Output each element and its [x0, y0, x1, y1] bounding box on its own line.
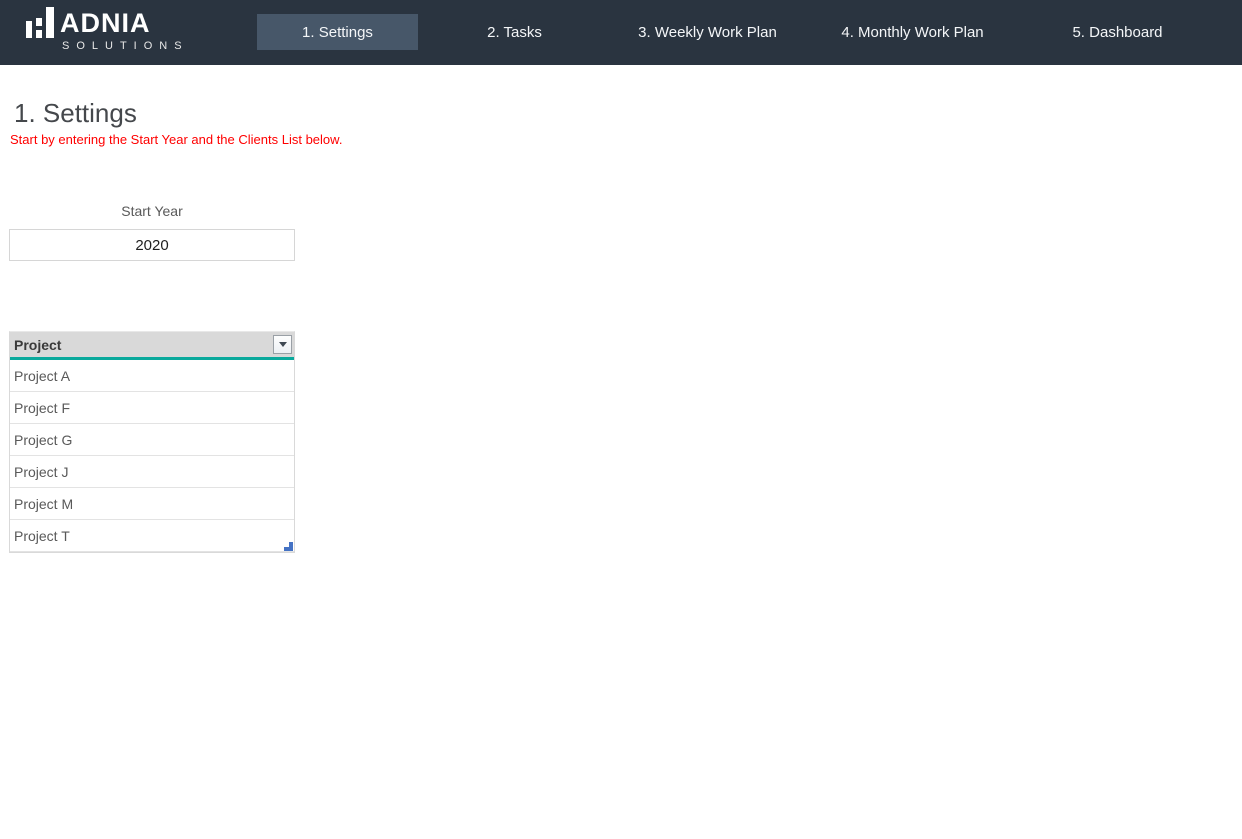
start-year-label: Start Year — [9, 203, 295, 219]
table-resize-handle[interactable] — [284, 542, 293, 551]
brand-logo: ADNIA SOLUTIONS — [26, 6, 189, 52]
table-row[interactable]: Project F — [10, 392, 294, 424]
brand-name: ADNIA — [60, 8, 151, 38]
tab-monthly-work-plan[interactable]: 4. Monthly Work Plan — [832, 14, 993, 50]
project-header-label: Project — [14, 337, 61, 353]
tab-dashboard[interactable]: 5. Dashboard — [1037, 14, 1198, 50]
chevron-down-icon — [279, 342, 287, 347]
filter-dropdown-button[interactable] — [273, 335, 292, 354]
tab-settings[interactable]: 1. Settings — [257, 14, 418, 50]
project-column-header: Project — [10, 332, 294, 360]
table-row[interactable]: Project A — [10, 360, 294, 392]
table-row[interactable]: Project G — [10, 424, 294, 456]
start-year-input[interactable]: 2020 — [9, 229, 295, 261]
table-row[interactable]: Project T — [10, 520, 294, 552]
nav-tabs: 1. Settings 2. Tasks 3. Weekly Work Plan… — [257, 14, 1198, 50]
brand-subtitle: SOLUTIONS — [62, 40, 189, 52]
tab-weekly-work-plan[interactable]: 3. Weekly Work Plan — [627, 14, 788, 50]
bar-chart-icon — [26, 6, 54, 38]
table-row[interactable]: Project J — [10, 456, 294, 488]
page-title: 1. Settings — [14, 96, 137, 130]
table-row[interactable]: Project M — [10, 488, 294, 520]
top-navbar: ADNIA SOLUTIONS 1. Settings 2. Tasks 3. … — [0, 0, 1242, 65]
tab-tasks[interactable]: 2. Tasks — [434, 14, 595, 50]
projects-table: Project Project A Project F Project G Pr… — [9, 331, 295, 553]
instruction-text: Start by entering the Start Year and the… — [10, 132, 342, 147]
